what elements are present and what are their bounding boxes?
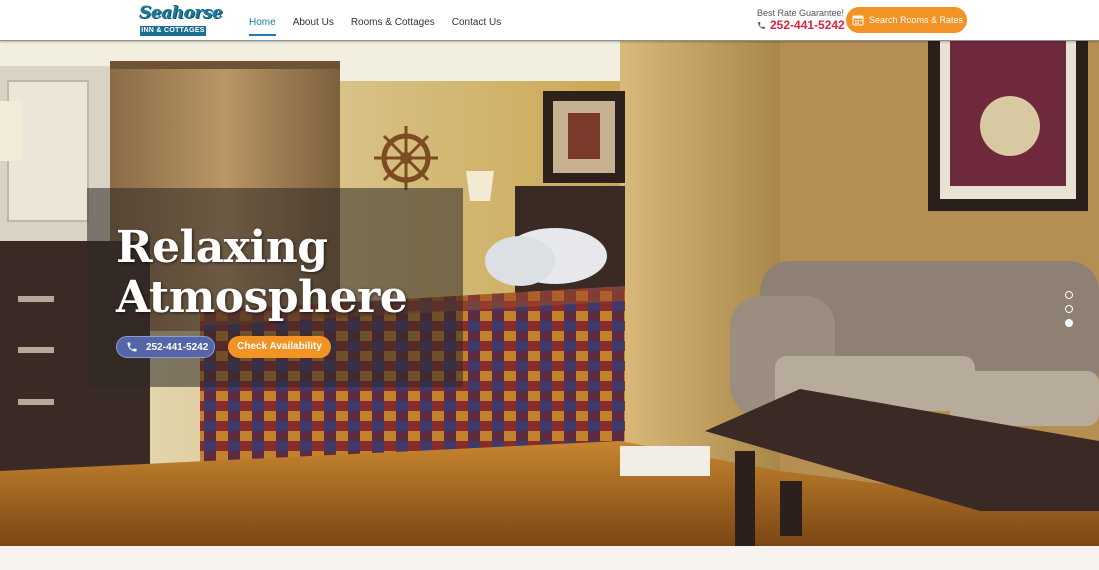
- hero-title-line-1: Relaxing: [116, 222, 328, 273]
- hero-title-line-2: Atmosphere: [116, 272, 408, 323]
- nav-home-label: Home: [249, 17, 276, 36]
- nav-rooms-cottages[interactable]: Rooms & Cottages: [351, 0, 435, 41]
- search-rooms-label: Search Rooms & Rates: [869, 15, 964, 25]
- content-section-top: [0, 546, 1099, 570]
- hero-slider: Relaxing Atmosphere 252-441-5242 Check A…: [0, 41, 1099, 546]
- slider-dot-1[interactable]: [1065, 291, 1073, 299]
- nav-home[interactable]: Home: [249, 0, 276, 41]
- logo-subtitle: INN & COTTAGES: [140, 26, 206, 36]
- nav-contact-us[interactable]: Contact Us: [452, 0, 501, 41]
- nav-contact-label: Contact Us: [451, 17, 502, 28]
- best-rate-box: Best Rate Guarantee! 252-441-5242: [757, 8, 845, 32]
- seahorse-logo[interactable]: Seahorse INN & COTTAGES: [139, 3, 223, 38]
- phone-icon: [127, 342, 137, 352]
- hero-title: Relaxing Atmosphere: [116, 223, 456, 323]
- phone-icon: [758, 21, 765, 29]
- hero-call-button[interactable]: 252-441-5242: [116, 336, 215, 358]
- slider-dot-3[interactable]: [1065, 319, 1073, 327]
- slider-pagination: [1065, 291, 1075, 333]
- hero-call-label: 252-441-5242: [146, 341, 209, 353]
- nav-about-us[interactable]: About Us: [293, 0, 334, 41]
- best-rate-label: Best Rate Guarantee!: [757, 8, 845, 18]
- logo-wordmark: Seahorse: [139, 3, 223, 23]
- site-header: Seahorse INN & COTTAGES Home About Us Ro…: [0, 0, 1099, 41]
- header-phone-link[interactable]: 252-441-5242: [757, 18, 845, 32]
- calendar-icon: [852, 15, 864, 26]
- nav-rooms-label: Rooms & Cottages: [350, 17, 435, 28]
- search-rooms-button[interactable]: Search Rooms & Rates: [846, 7, 967, 33]
- main-nav: Home About Us Rooms & Cottages Contact U…: [249, 0, 518, 41]
- slider-dot-2[interactable]: [1065, 305, 1073, 313]
- check-availability-button[interactable]: Check Availability: [228, 336, 331, 358]
- header-phone-number: 252-441-5242: [770, 18, 845, 32]
- nav-about-label: About Us: [292, 17, 334, 28]
